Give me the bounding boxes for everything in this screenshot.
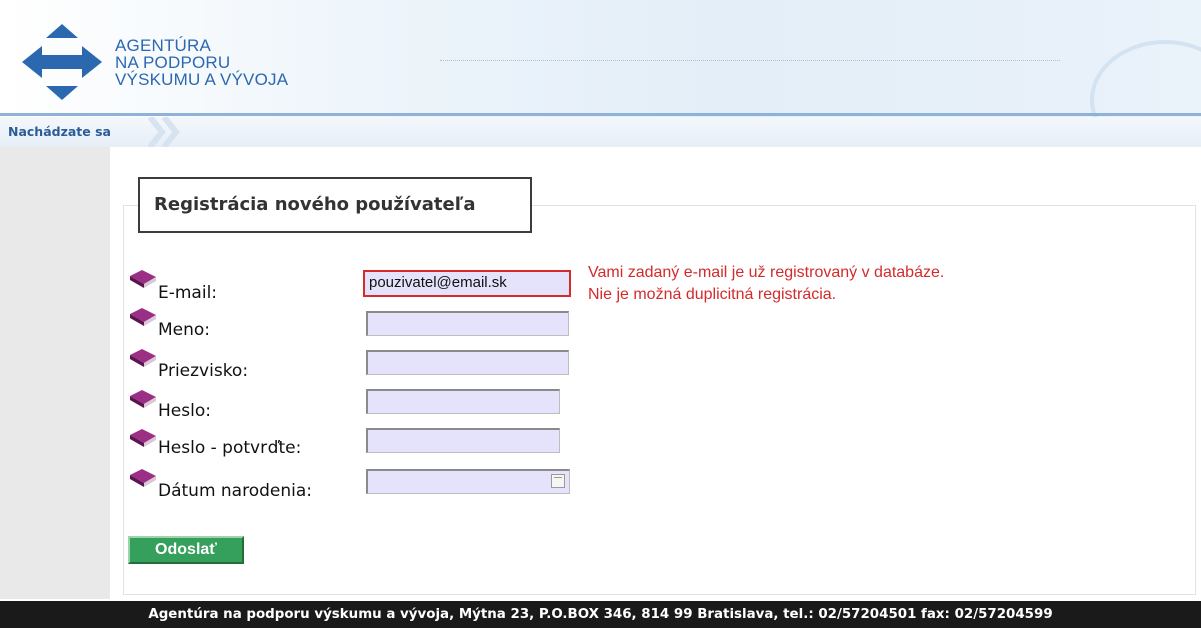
book-icon [130,270,156,288]
error-message: Vami zadaný e-mail je už registrovaný v … [588,262,944,306]
book-icon [130,469,156,487]
last-name-field[interactable] [366,350,569,375]
submit-button[interactable]: Odoslať [128,536,244,564]
logo-line-1: AGENTÚRA [115,36,212,55]
book-icon [130,349,156,367]
password-field[interactable] [366,389,560,414]
page-footer: Agentúra na podporu výskumu a vývoja, Mý… [0,601,1201,628]
password-confirm-field[interactable] [366,428,560,453]
email-label: E-mail: [158,283,218,303]
breadcrumb-chevron-icon [148,117,180,147]
breadcrumb-label: Nachádzate sa [8,124,111,139]
birth-date-label: Dátum narodenia: [158,481,313,501]
email-field[interactable]: pouzivatel@email.sk [363,270,571,297]
birth-date-field[interactable] [366,469,570,494]
logo-line-2: NA PODPORU [115,53,231,72]
book-icon [130,308,156,326]
error-line-1: Vami zadaný e-mail je už registrovaný v … [588,264,945,281]
book-icon [130,429,156,447]
password-label: Heslo: [158,401,211,421]
password-confirm-label: Heslo - potvrďte: [158,438,302,458]
page-title: Registrácia nového používateľa [154,194,476,215]
logo-line-3: VÝSKUMU A VÝVOJA [115,70,289,89]
error-line-2: Nie je možná duplicitná registrácia. [588,286,837,303]
form-title-box: Registrácia nového používateľa [138,177,532,233]
last-name-label: Priezvisko: [158,361,249,381]
first-name-field[interactable] [366,311,569,336]
header-divider [440,60,1060,61]
breadcrumb: Nachádzate sa [0,117,1201,147]
apvv-logo-icon [22,24,102,100]
header-rule [0,113,1201,116]
first-name-label: Meno: [158,320,211,340]
calendar-icon[interactable] [551,474,565,488]
page-header: AGENTÚRA NA PODPORU VÝSKUMU A VÝVOJA [0,0,1201,160]
logo-wordmark: AGENTÚRA NA PODPORU VÝSKUMU A VÝVOJA [115,37,288,88]
book-icon [130,390,156,408]
left-sidebar [0,147,110,599]
